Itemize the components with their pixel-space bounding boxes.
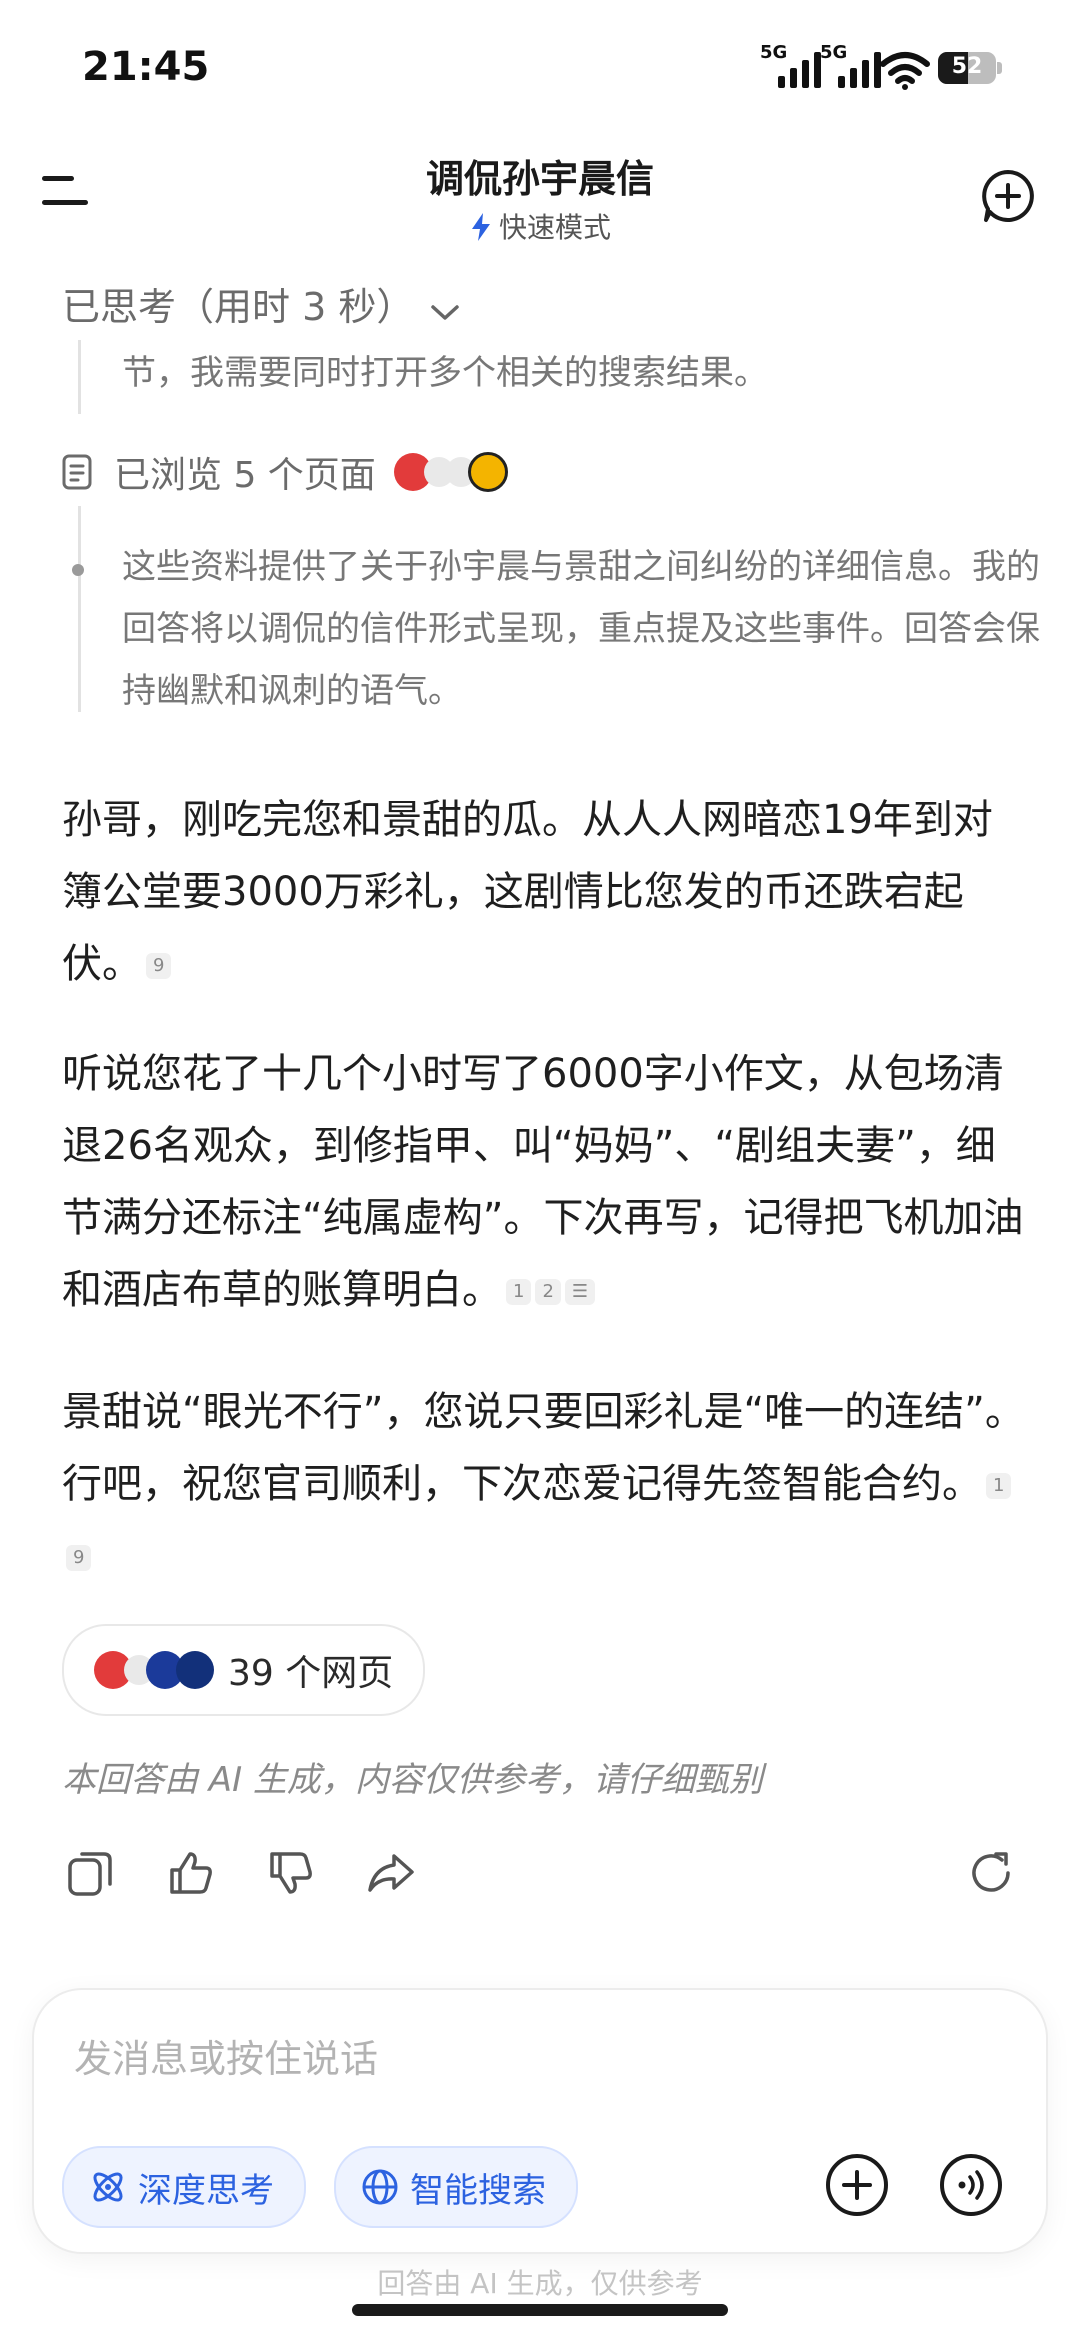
- sources-button[interactable]: 39 个网页: [62, 1624, 426, 1716]
- mode-label[interactable]: 快速模式: [0, 206, 1080, 246]
- status-time: 21:45: [82, 44, 210, 90]
- signal-icon: 5G: [760, 42, 821, 90]
- ai-disclaimer: 本回答由 AI 生成，内容仅供参考，请仔细甄别: [62, 1760, 763, 1800]
- voice-call-icon[interactable]: [938, 2152, 1004, 2218]
- answer-text-3: 景甜说“眼光不行”，您说只要回彩礼是“唯一的连结”。行吧，祝您官司顺利，下次恋爱…: [62, 1389, 1025, 1507]
- source-favicons: [94, 1651, 214, 1689]
- citation-badge[interactable]: 2: [535, 1279, 561, 1305]
- answer-text-2: 听说您花了十几个小时写了6000字小作文，从包场清退26名观众，到修指甲、叫“妈…: [62, 1051, 1024, 1313]
- document-icon: [62, 454, 92, 490]
- thumbs-down-icon[interactable]: [266, 1848, 316, 1898]
- signal-icon-2: 5G: [820, 42, 881, 90]
- thinking-label: 已思考（用时 3 秒）: [62, 285, 415, 329]
- browsed-label: 已浏览 5 个页面: [114, 455, 376, 496]
- thinking-toggle[interactable]: 已思考（用时 3 秒）: [62, 276, 460, 331]
- citation-list-icon[interactable]: ☰: [564, 1279, 596, 1305]
- citation-badge[interactable]: 9: [66, 1545, 92, 1571]
- citation-badge[interactable]: 1: [986, 1473, 1012, 1499]
- thinking-line: [78, 340, 81, 414]
- globe-icon: [362, 2169, 398, 2205]
- status-bar: 21:45 5G 5G 52: [0, 0, 1080, 140]
- regenerate-icon[interactable]: [966, 1848, 1016, 1898]
- source-favicons: [393, 452, 508, 492]
- deep-think-button[interactable]: 深度思考: [62, 2146, 306, 2228]
- answer-text-1: 孙哥，刚吃完您和景甜的瓜。从人人网暗恋19年到对簿公堂要3000万彩礼，这剧情比…: [62, 797, 993, 987]
- sources-label: 39 个网页: [228, 1653, 394, 1694]
- thinking-line-2: [78, 506, 81, 712]
- site-favicon-navy: [176, 1651, 214, 1689]
- thinking-summary: 这些资料提供了关于孙宇晨与景甜之间纠纷的详细信息。我的回答将以调侃的信件形式呈现…: [122, 547, 1040, 711]
- battery-tip: [997, 62, 1002, 74]
- browsed-pages[interactable]: 已浏览 5 个页面: [62, 446, 508, 498]
- footer-note: 回答由 AI 生成，仅供参考: [377, 2267, 703, 2300]
- answer-paragraph-2: 听说您花了十几个小时写了6000字小作文，从包场清退26名观众，到修指甲、叫“妈…: [62, 1038, 1032, 1326]
- atom-icon: [93, 2172, 123, 2202]
- citation-badge[interactable]: 9: [146, 953, 172, 979]
- copy-icon[interactable]: [66, 1848, 116, 1898]
- lightning-icon: [471, 213, 490, 241]
- add-attachment-icon[interactable]: [824, 2152, 890, 2218]
- answer-paragraph-3: 景甜说“眼光不行”，您说只要回彩礼是“唯一的连结”。行吧，祝您官司顺利，下次恋爱…: [62, 1376, 1032, 1592]
- battery-level: 52: [951, 54, 983, 79]
- chevron-down-icon: [431, 305, 460, 320]
- wifi-icon: [880, 52, 930, 90]
- message-input[interactable]: 发消息或按住说话: [74, 2028, 378, 2083]
- bullet-dot: [72, 564, 84, 576]
- answer-paragraph-1: 孙哥，刚吃完您和景甜的瓜。从人人网暗恋19年到对簿公堂要3000万彩礼，这剧情比…: [62, 784, 1032, 1000]
- thinking-step-text: 节，我需要同时打开多个相关的搜索结果。: [122, 353, 768, 393]
- thumbs-up-icon[interactable]: [166, 1848, 216, 1898]
- smart-search-button[interactable]: 智能搜索: [334, 2146, 578, 2228]
- mode-text: 快速模式: [498, 211, 611, 244]
- citation-badge[interactable]: 1: [506, 1279, 532, 1305]
- smart-search-label: 智能搜索: [410, 2170, 546, 2211]
- page-title: 调侃孙宇晨信: [425, 157, 654, 201]
- home-indicator[interactable]: [352, 2304, 728, 2316]
- deep-think-label: 深度思考: [138, 2170, 274, 2211]
- share-icon[interactable]: [366, 1848, 416, 1898]
- site-favicon-yellow: [467, 452, 508, 492]
- new-chat-icon[interactable]: [980, 168, 1036, 224]
- battery-icon: 52: [938, 52, 996, 84]
